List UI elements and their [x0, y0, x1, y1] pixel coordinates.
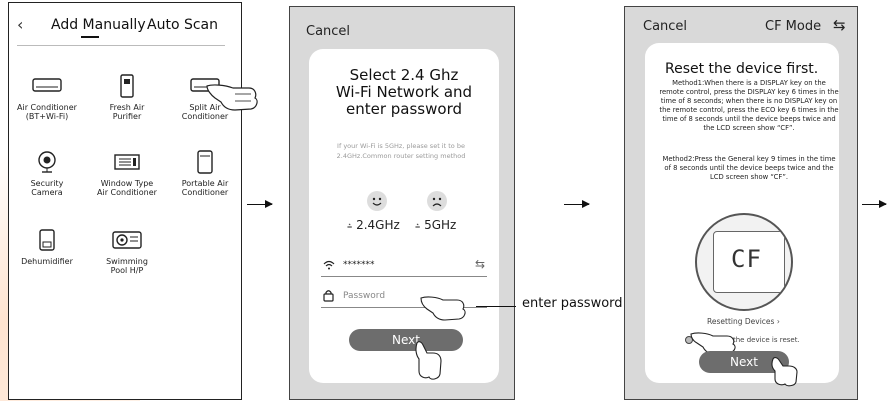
tab-add-manually[interactable]: Add Manually: [51, 17, 146, 33]
lock-icon: [323, 290, 334, 302]
wifi-icon: [323, 260, 335, 270]
flow-arrow: [247, 200, 273, 208]
device-label: Security Camera: [30, 179, 64, 197]
switch-network-icon[interactable]: ⇆: [475, 257, 485, 271]
hand-pointer-icon: [420, 296, 466, 321]
method2-text: Method2:Press the General key 9 times in…: [662, 155, 836, 181]
device-label: Dehumidifier: [21, 257, 73, 266]
dehumidifier-icon: [31, 227, 63, 253]
title-line: enter password: [346, 100, 462, 118]
device-air-conditioner[interactable]: Air Conditioner (BT+Wi-Fi): [9, 73, 85, 121]
wifi-value: *******: [343, 260, 375, 270]
reset-confirm-text: the device is reset.: [733, 336, 800, 344]
page-title: Reset the device first.: [665, 61, 819, 77]
router-icon: ⩮: [415, 222, 421, 232]
band-label: 5GHz: [424, 218, 457, 232]
switch-mode-icon[interactable]: ⇆: [833, 16, 846, 34]
device-dehumidifier[interactable]: Dehumidifier: [9, 227, 85, 266]
band-label: 2.4GHz: [356, 218, 400, 232]
band-note: If your Wi-Fi is 5GHz, please set it to …: [336, 142, 466, 160]
reset-device-screen: Cancel CF Mode ⇆ Reset the device first.…: [624, 6, 858, 400]
security-camera-icon: [31, 149, 63, 175]
device-fresh-air-purifier[interactable]: Fresh Air Purifier: [89, 73, 165, 121]
wifi-network-field[interactable]: ******* ⇆: [321, 254, 487, 277]
divider: [17, 45, 225, 46]
window-ac-icon: [111, 149, 143, 175]
flow-arrow: [862, 200, 887, 208]
wifi-setup-screen: Cancel Select 2.4 Ghz Wi-Fi Network and …: [289, 6, 515, 400]
flow-arrow: [564, 200, 590, 208]
tab-auto-scan[interactable]: Auto Scan: [147, 17, 218, 33]
lcd-display-illustration: CF: [695, 213, 793, 311]
resetting-devices-link[interactable]: Resetting Devices ›: [707, 317, 780, 326]
callout-line: [476, 306, 516, 307]
device-window-ac[interactable]: Window Type Air Conditioner: [89, 149, 165, 197]
device-label: Air Conditioner (BT+Wi-Fi): [17, 103, 77, 121]
portable-ac-icon: [189, 149, 221, 175]
active-tab-indicator: [81, 36, 99, 38]
device-portable-ac[interactable]: Portable Air Conditioner: [167, 149, 243, 197]
hand-pointer-icon: [771, 357, 798, 387]
device-label: Swimming Pool H/P: [106, 257, 148, 275]
wifi-card: Select 2.4 Ghz Wi-Fi Network and enter p…: [309, 49, 499, 383]
chevron-left-icon[interactable]: ‹: [17, 15, 23, 34]
device-swimming-pool-hp[interactable]: Swimming Pool H/P: [89, 227, 165, 275]
device-label: Fresh Air Purifier: [109, 103, 145, 121]
sad-icon: [427, 191, 447, 211]
pool-heatpump-icon: [111, 227, 143, 253]
title-line: Wi-Fi Network and: [335, 83, 473, 101]
cancel-button[interactable]: Cancel: [306, 24, 350, 39]
band-2-4ghz: ⩮ 2.4GHz: [347, 218, 400, 232]
fresh-air-purifier-icon: [111, 73, 143, 99]
device-label: Window Type Air Conditioner: [97, 179, 157, 197]
page-title: Select 2.4 Ghz Wi-Fi Network and enter p…: [309, 67, 499, 118]
cancel-button[interactable]: Cancel: [643, 19, 687, 34]
router-icon: ⩮: [347, 222, 353, 232]
air-conditioner-icon: [31, 73, 63, 99]
cf-mode-label[interactable]: CF Mode: [765, 19, 821, 34]
device-security-camera[interactable]: Security Camera: [9, 149, 85, 197]
add-device-panel: ‹ Add Manually Auto Scan Air Conditioner…: [8, 2, 258, 400]
reset-card: Reset the device first. Method1:When the…: [645, 43, 839, 387]
method1-text: Method1:When there is a DISPLAY key on t…: [659, 79, 839, 132]
tab-bar: ‹ Add Manually Auto Scan: [9, 3, 241, 43]
hand-pointer-icon: [206, 84, 258, 111]
enter-password-callout: enter password: [522, 296, 623, 311]
device-label: Portable Air Conditioner: [181, 179, 229, 197]
title-line: Select 2.4 Ghz: [349, 66, 459, 84]
lcd-text: CF: [731, 245, 762, 273]
smile-icon: [367, 191, 387, 211]
band-5ghz: ⩮ 5GHz: [415, 218, 456, 232]
password-placeholder: Password: [343, 291, 386, 301]
hand-pointer-icon: [415, 341, 442, 380]
